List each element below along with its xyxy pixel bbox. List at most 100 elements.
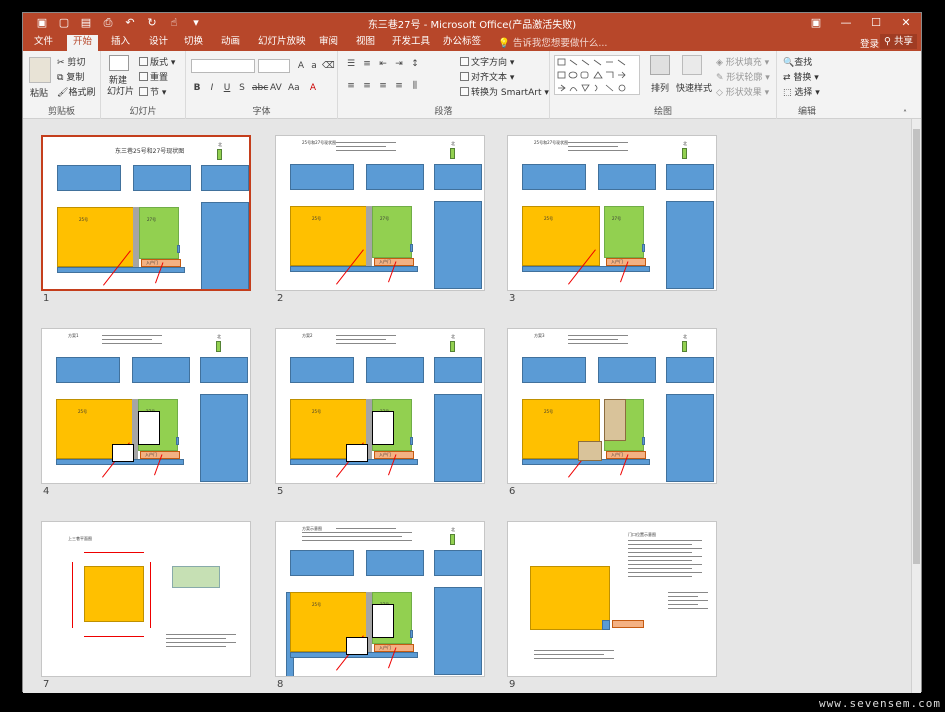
- align-right-icon[interactable]: ≡: [378, 81, 388, 91]
- shrink-font-icon[interactable]: a: [309, 61, 319, 71]
- slide-8-note: 方案示意图: [302, 526, 322, 531]
- section-button[interactable]: 节 ▾: [139, 85, 166, 98]
- arrange-button[interactable]: 排列: [651, 81, 669, 94]
- label-25: 25号: [544, 216, 554, 221]
- shadow-icon[interactable]: S: [237, 83, 247, 93]
- slide-thumbnail-6[interactable]: 方案325号27号入户门北: [507, 328, 717, 484]
- bold-icon[interactable]: B: [192, 83, 202, 93]
- tab-home[interactable]: 开始: [67, 35, 99, 51]
- align-left-icon[interactable]: ≡: [346, 81, 356, 91]
- tab-review[interactable]: 审阅: [313, 35, 344, 51]
- slide-thumbnail-8[interactable]: 方案示意图25号27号入户门北: [275, 521, 485, 677]
- shape-outline-button[interactable]: ✎ 形状轮廓 ▾: [716, 70, 770, 83]
- tab-view[interactable]: 视图: [350, 35, 381, 51]
- cut-button[interactable]: ✂ 剪切: [57, 55, 85, 68]
- quick-styles-icon[interactable]: [682, 55, 702, 75]
- font-name-combo[interactable]: [191, 59, 255, 73]
- spacing-icon[interactable]: AV: [270, 83, 282, 93]
- bullets-icon[interactable]: ☰: [346, 59, 356, 69]
- numbering-icon[interactable]: ≡: [362, 59, 372, 69]
- justify-icon[interactable]: ≡: [394, 81, 404, 91]
- share-button[interactable]: ⚲ 共享: [879, 34, 917, 49]
- line-spacing-icon[interactable]: ↕: [410, 59, 420, 69]
- slide-thumbnail-1[interactable]: 东三巷25号和27号现状图 25号 27号 入户门 北: [41, 135, 251, 291]
- minimize-icon[interactable]: —: [831, 13, 861, 33]
- copy-button[interactable]: ⧉ 复制: [57, 70, 84, 83]
- columns-icon[interactable]: ⫼: [410, 81, 420, 91]
- slide-thumbnail-7[interactable]: 上三巷平面图: [41, 521, 251, 677]
- shape-effects-button[interactable]: ◇ 形状效果 ▾: [716, 85, 769, 98]
- text-direction-button[interactable]: 文字方向 ▾: [460, 55, 514, 68]
- group-label-paragraph: 段落: [434, 107, 453, 117]
- text-line: [336, 142, 396, 143]
- tab-transitions[interactable]: 切换: [178, 35, 209, 51]
- shapes-gallery[interactable]: [554, 55, 640, 95]
- text-line: [166, 634, 236, 635]
- strikethrough-icon[interactable]: abc: [252, 83, 268, 93]
- tab-developer[interactable]: 开发工具: [386, 35, 436, 51]
- arrange-icon[interactable]: [650, 55, 670, 75]
- ribbon-display-icon[interactable]: ▣: [801, 13, 831, 33]
- quick-styles-button[interactable]: 快速样式: [676, 81, 712, 94]
- new-slide-icon[interactable]: [109, 55, 129, 71]
- person-icon: ⚲: [883, 36, 891, 47]
- align-center-icon[interactable]: ≡: [362, 81, 372, 91]
- select-button[interactable]: ⬚ 选择 ▾: [783, 85, 820, 98]
- vertical-scrollbar[interactable]: [911, 119, 921, 693]
- reset-button[interactable]: 重置: [139, 70, 168, 83]
- tab-file[interactable]: 文件: [28, 35, 59, 51]
- shape-fill-button[interactable]: ◈ 形状填充 ▾: [716, 55, 769, 68]
- find-button[interactable]: 🔍查找: [783, 55, 812, 68]
- door-marker-9: [602, 620, 610, 630]
- font-color-icon[interactable]: A: [308, 83, 318, 93]
- slide-thumbnail-2[interactable]: 25号和27号现状图 25号 27号 入户门 北: [275, 135, 485, 291]
- window-title: 东三巷27号 - Microsoft Office(产品激活失败): [367, 20, 577, 31]
- layout-button[interactable]: 版式 ▾: [139, 55, 175, 68]
- tab-animations[interactable]: 动画: [215, 35, 246, 51]
- tab-office-tab[interactable]: 办公标签: [437, 35, 487, 51]
- pen-icon: ✎: [716, 73, 724, 83]
- close-icon[interactable]: ✕: [891, 13, 921, 33]
- label-25: 25号: [78, 409, 88, 414]
- slide-thumbnail-4[interactable]: 方案125号27号入户门北: [41, 328, 251, 484]
- decrease-indent-icon[interactable]: ⇤: [378, 59, 388, 69]
- label-entrance: 入户门: [379, 259, 391, 264]
- smartart-button[interactable]: 转换为 SmartArt ▾: [460, 85, 549, 98]
- door-marker: [642, 437, 645, 445]
- grow-font-icon[interactable]: A: [296, 61, 306, 71]
- scrollbar-thumb[interactable]: [913, 129, 920, 564]
- road-strip: [522, 266, 650, 272]
- login-link[interactable]: 登录: [860, 36, 879, 50]
- slide-thumbnail-9[interactable]: 门口位置示意图: [507, 521, 717, 677]
- new-slide-label-2[interactable]: 幻灯片: [107, 84, 134, 97]
- paste-icon[interactable]: [29, 57, 51, 83]
- block-east-top: [598, 164, 656, 190]
- align-text-icon: [460, 72, 469, 81]
- text-line: [166, 642, 236, 643]
- tab-insert[interactable]: 插入: [105, 35, 136, 51]
- increase-indent-icon[interactable]: ⇥: [394, 59, 404, 69]
- format-painter-button[interactable]: 🖌格式刷: [57, 85, 95, 98]
- align-text-button[interactable]: 对齐文本 ▾: [460, 70, 514, 83]
- collapse-ribbon-icon[interactable]: ˄: [903, 109, 907, 118]
- extension-a: [578, 441, 602, 461]
- maximize-icon[interactable]: ☐: [861, 13, 891, 33]
- paste-button[interactable]: 粘贴: [30, 86, 48, 99]
- group-label-clipboard: 剪贴板: [47, 107, 75, 117]
- magnifier-icon: 🔍: [783, 58, 795, 68]
- slide-thumbnail-5[interactable]: 方案225号27号入户门北: [275, 328, 485, 484]
- slide-thumbnail-3[interactable]: 25号和27号现状图 25号 27号 入户门 北: [507, 135, 717, 291]
- label-north: 北: [218, 142, 222, 147]
- new-room-a: [112, 444, 134, 462]
- clear-format-icon[interactable]: ⌫: [322, 61, 335, 71]
- tab-slideshow[interactable]: 幻灯片放映: [252, 35, 312, 51]
- text-line: [302, 540, 412, 541]
- group-font: A a ⌫ B I U S abc AV Aa A 字体: [186, 51, 338, 119]
- italic-icon[interactable]: I: [207, 83, 217, 93]
- change-case-icon[interactable]: Aa: [288, 83, 300, 93]
- underline-icon[interactable]: U: [222, 83, 232, 93]
- font-size-combo[interactable]: [258, 59, 290, 73]
- tell-me-box[interactable]: 💡 告诉我您想要做什么...: [498, 35, 607, 49]
- replace-button[interactable]: ⇄ 替换 ▾: [783, 70, 819, 83]
- tab-design[interactable]: 设计: [143, 35, 174, 51]
